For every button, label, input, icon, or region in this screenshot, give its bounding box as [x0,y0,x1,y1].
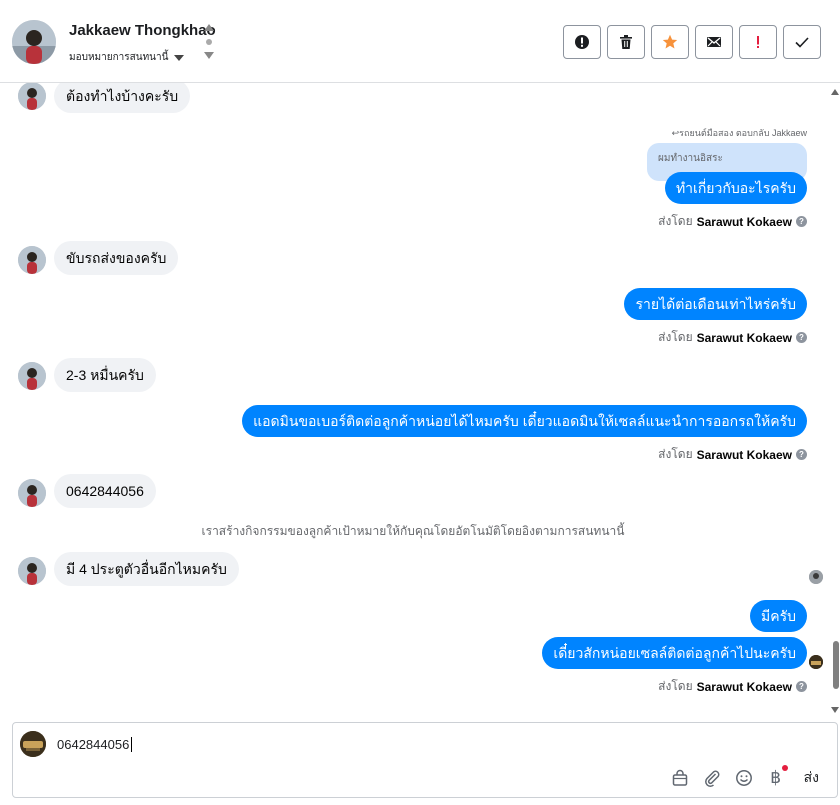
seen-indicator-avatar [809,570,823,584]
conversation-header: Jakkaew Thongkhao มอบหมายการสนทนานี้ [0,0,840,83]
incoming-message[interactable]: ขับรถส่งของครับ [54,241,179,275]
arrow-down-icon[interactable] [204,52,214,59]
smiley-icon [735,770,752,786]
sent-by-prefix: ส่งโดย [658,447,693,461]
report-button[interactable] [563,25,601,59]
incoming-message[interactable]: มี 4 ประตูตัวอื่นอีกไหมครับ [54,552,239,586]
attach-button[interactable] [702,768,722,788]
incoming-message[interactable]: ต้องทำไงบ้างคะรับ [54,83,191,113]
outgoing-message[interactable]: รายได้ต่อเดือนเท่าไหร่ครับ [624,288,807,320]
exclamation-circle-icon [575,35,589,49]
sent-by-label: ส่งโดย Sarawut Kokaew ? [658,445,807,464]
sent-by-prefix: ส่งโดย [658,679,693,693]
chevron-down-icon [174,54,185,61]
done-button[interactable] [783,25,821,59]
trash-icon [620,35,632,49]
email-button[interactable] [695,25,733,59]
reply-note-text: รถยนต์มือสอง ตอบกลับ Jakkaew [679,128,807,138]
system-activity-note: เราสร้างกิจกรรมของลูกค้าเป้าหมายให้กับคุ… [201,524,625,538]
checkmark-icon [795,37,809,48]
scroll-thumb[interactable] [833,641,839,689]
contact-avatar-small [18,479,46,507]
notification-dot [781,765,788,771]
important-button[interactable] [739,25,777,59]
sent-by-prefix: ส่งโดย [658,330,693,344]
message-input-value: 0642844056 [57,737,130,752]
message-thread[interactable]: ต้องทำไงบ้างคะรับ ↩รถยนต์มือสอง ตอบกลับ … [0,83,840,715]
contact-avatar-small [18,557,46,585]
outgoing-message[interactable]: ทำเกี่ยวกับอะไรครับ [664,172,807,204]
scroll-up-icon[interactable] [831,89,839,95]
incoming-message[interactable]: 0642844056 [54,474,156,508]
paperclip-icon [704,770,720,787]
contact-avatar[interactable] [12,20,56,64]
conversation-nav-arrows[interactable] [203,24,215,64]
incoming-message[interactable]: 2-3 หมื่นครับ [54,358,156,392]
contact-avatar-small [18,83,46,110]
shop-button[interactable] [670,768,690,788]
sender-name: Sarawut Kokaew [696,679,792,694]
message-composer[interactable]: 0642844056 ฿ ส่ง [12,722,838,798]
sent-by-prefix: ส่งโดย [658,214,693,228]
question-icon[interactable]: ? [796,216,807,227]
delete-button[interactable] [607,25,645,59]
reply-context: ↩รถยนต์มือสอง ตอบกลับ Jakkaew [672,126,807,140]
sent-by-label: ส่งโดย Sarawut Kokaew ? [658,212,807,231]
assign-label: มอบหมายการสนทนานี้ [69,52,169,63]
baht-icon: ฿ [770,768,782,788]
scroll-down-icon[interactable] [831,707,839,713]
star-icon [662,34,678,49]
text-cursor [131,737,133,752]
composer-tools: ฿ ส่ง [670,765,819,789]
emoji-button[interactable] [734,768,754,788]
contact-avatar-small [18,246,46,274]
send-button[interactable]: ส่ง [804,767,819,789]
question-icon[interactable]: ? [796,681,807,692]
page-avatar [20,731,46,757]
thread-scrollbar[interactable] [830,83,840,715]
sender-name: Sarawut Kokaew [696,447,792,462]
sent-by-label: ส่งโดย Sarawut Kokaew ? [658,677,807,696]
arrow-up-icon[interactable] [204,24,214,31]
sender-name: Sarawut Kokaew [696,214,792,229]
dot-icon [206,39,212,45]
payment-button[interactable]: ฿ [766,765,788,788]
question-icon[interactable]: ? [796,332,807,343]
shopping-bag-icon [672,769,687,786]
sent-by-label: ส่งโดย Sarawut Kokaew ? [658,328,807,347]
star-button[interactable] [651,25,689,59]
seen-indicator-avatar [809,655,823,669]
outgoing-message[interactable]: มีครับ [750,600,807,632]
outgoing-message[interactable]: แอดมินขอเบอร์ติดต่อลูกค้าหน่อยได้ไหมครับ… [242,405,807,437]
question-icon[interactable]: ? [796,449,807,460]
exclamation-icon [757,36,759,48]
message-input[interactable]: 0642844056 [57,737,133,752]
sender-name: Sarawut Kokaew [696,330,792,345]
contact-avatar-small [18,362,46,390]
outgoing-message[interactable]: เดี๋ยวสักหน่อยเซลล์ติดต่อลูกค้าไปนะครับ [542,637,807,669]
contact-name[interactable]: Jakkaew Thongkhao [69,22,216,39]
envelope-icon [707,37,721,47]
assign-conversation-dropdown[interactable]: มอบหมายการสนทนานี้ [69,50,185,65]
header-actions [563,25,821,59]
